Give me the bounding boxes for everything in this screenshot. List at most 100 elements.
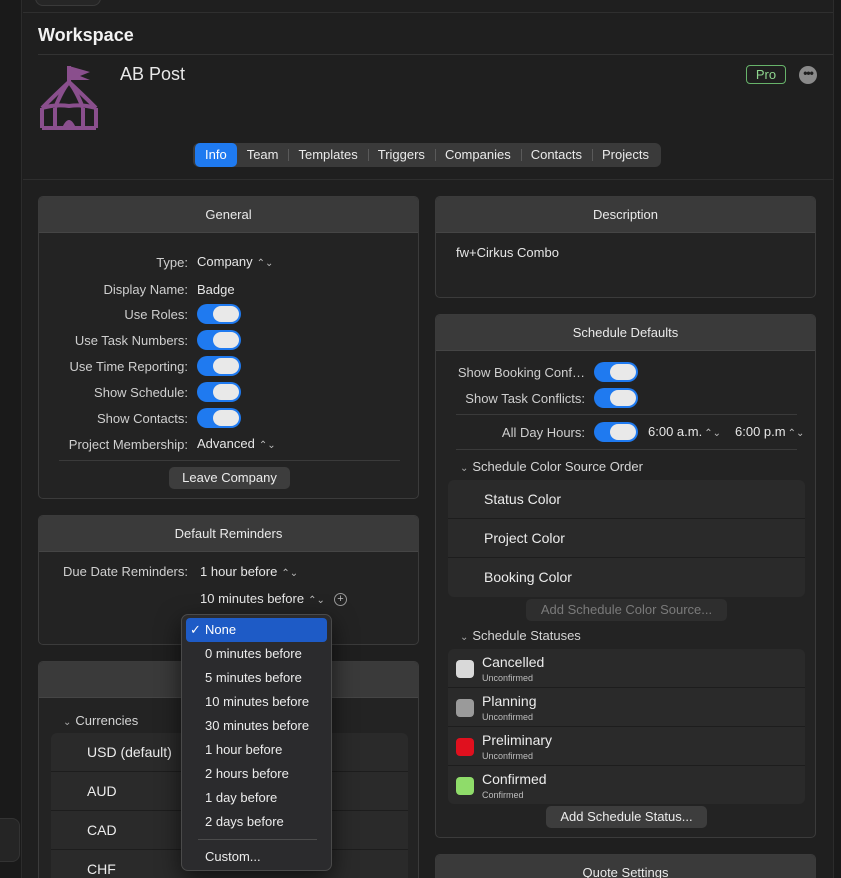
panel-title: Description [436, 197, 815, 233]
description-panel: Description fw+Cirkus Combo [435, 196, 816, 298]
status-color-swatch[interactable] [456, 777, 474, 795]
menu-item[interactable]: 30 minutes before [186, 714, 327, 738]
stepper-icon[interactable]: ⌃⌄ [704, 428, 721, 439]
statuses-header-label: Schedule Statuses [472, 628, 581, 643]
status-name: Cancelled [482, 654, 545, 670]
menu-item[interactable]: 5 minutes before [186, 666, 327, 690]
status-row[interactable]: Preliminary Unconfirmed [448, 727, 805, 766]
chevron-updown-icon: ⌃⌄ [281, 568, 299, 579]
show-task-conflicts-label: Show Task Conflicts: [465, 391, 585, 406]
menu-item[interactable]: 0 minutes before [186, 642, 327, 666]
menu-item-none[interactable]: ✓ None [186, 618, 327, 642]
description-text[interactable]: fw+Cirkus Combo [456, 245, 559, 260]
chevron-updown-icon: ⌃⌄ [308, 595, 325, 606]
divider [23, 12, 833, 13]
reminder-value-1: 1 hour before [200, 564, 278, 579]
schedule-defaults-panel: Schedule Defaults Show Booking Conf… Sho… [435, 314, 816, 838]
menu-item[interactable]: 1 hour before [186, 738, 327, 762]
currency-label: CHF [87, 861, 116, 877]
stepper-icon[interactable]: ⌃⌄ [788, 428, 805, 439]
show-contacts-label: Show Contacts: [96, 411, 188, 426]
display-name-value[interactable]: Badge [197, 282, 235, 297]
tab-contacts[interactable]: Contacts [520, 143, 592, 167]
chevron-down-icon: ⌄ [460, 632, 469, 643]
circus-tent-icon [38, 64, 104, 132]
reminder-dropdown-menu: ✓ None 0 minutes before 5 minutes before … [181, 614, 332, 871]
list-item[interactable]: Status Color [448, 480, 805, 519]
use-time-reporting-toggle[interactable] [197, 356, 241, 376]
add-reminder-icon[interactable]: + [334, 593, 347, 606]
list-item[interactable]: Booking Color [448, 558, 805, 597]
list-item[interactable]: Project Color [448, 519, 805, 558]
currencies-header-label: Currencies [75, 713, 139, 728]
show-contacts-toggle[interactable] [197, 408, 241, 428]
show-booking-conflicts-toggle[interactable] [594, 362, 638, 382]
color-source-header-label: Schedule Color Source Order [472, 459, 643, 474]
reminder-value-2: 10 minutes before [200, 591, 305, 606]
tab-projects[interactable]: Projects [592, 143, 659, 167]
tab-companies[interactable]: Companies [434, 143, 521, 167]
end-time-field[interactable]: 6:00 p.m ⌃⌄ [735, 424, 804, 439]
menu-item[interactable]: 1 day before [186, 786, 327, 810]
leave-company-button[interactable]: Leave Company [169, 467, 290, 489]
use-task-numbers-toggle[interactable] [197, 330, 241, 350]
show-task-conflicts-toggle[interactable] [594, 388, 638, 408]
right-scroll-edge [833, 0, 841, 878]
menu-item[interactable]: 2 days before [186, 810, 327, 834]
status-color-swatch[interactable] [456, 738, 474, 756]
panel-title: Quote Settings [436, 855, 815, 878]
use-roles-toggle[interactable] [197, 304, 241, 324]
type-select[interactable]: Company ⌃⌄ [197, 254, 273, 269]
status-list: Cancelled Unconfirmed Planning Unconfirm… [448, 649, 805, 804]
start-time-value: 6:00 a.m. [648, 424, 703, 439]
currency-label: AUD [87, 783, 117, 799]
end-time-value: 6:00 p.m [735, 424, 786, 439]
reminder-select-1[interactable]: 1 hour before ⌃⌄ [200, 564, 298, 579]
status-color-swatch[interactable] [456, 699, 474, 717]
reminder-select-2[interactable]: 10 minutes before ⌃⌄ [200, 591, 325, 606]
add-color-source-button[interactable]: Add Schedule Color Source... [526, 599, 727, 621]
color-source-label: Status Color [484, 491, 562, 507]
currencies-header[interactable]: ⌄ Currencies [63, 713, 138, 728]
menu-item[interactable]: 2 hours before [186, 762, 327, 786]
quote-settings-panel: Quote Settings [435, 854, 816, 878]
company-name: AB Post [120, 64, 186, 84]
tab-templates[interactable]: Templates [288, 143, 367, 167]
tab-team[interactable]: Team [237, 143, 289, 167]
status-state: Unconfirmed [482, 673, 534, 683]
toolbar-control[interactable] [35, 0, 101, 6]
checkmark-icon: ✓ [190, 622, 201, 637]
add-schedule-status-button[interactable]: Add Schedule Status... [546, 806, 707, 828]
status-row[interactable]: Cancelled Unconfirmed [448, 649, 805, 688]
page-title: Workspace [38, 25, 134, 45]
menu-item-label: None [205, 622, 237, 637]
project-membership-select[interactable]: Advanced ⌃⌄ [197, 436, 276, 451]
chevron-down-icon: ⌄ [460, 463, 469, 474]
ellipsis-circle-icon[interactable]: ••• [799, 66, 817, 84]
start-time-field[interactable]: 6:00 a.m. ⌃⌄ [648, 424, 721, 439]
status-state: Confirmed [482, 790, 524, 800]
menu-item[interactable]: 10 minutes before [186, 690, 327, 714]
all-day-hours-toggle[interactable] [594, 422, 638, 442]
sidebar-tab[interactable] [0, 818, 20, 862]
divider [38, 54, 833, 55]
due-date-reminders-label: Due Date Reminders: [63, 564, 188, 579]
status-row[interactable]: Confirmed Confirmed [448, 766, 805, 804]
status-name: Preliminary [482, 732, 553, 748]
left-sidebar-edge [0, 0, 22, 878]
color-source-label: Project Color [484, 530, 565, 546]
status-row[interactable]: Planning Unconfirmed [448, 688, 805, 727]
show-booking-conflicts-label: Show Booking Conf… [457, 365, 585, 380]
tab-triggers[interactable]: Triggers [367, 143, 435, 167]
show-schedule-label: Show Schedule: [94, 385, 188, 400]
tab-info[interactable]: Info [195, 143, 237, 167]
status-color-swatch[interactable] [456, 660, 474, 678]
panel-title: General [39, 197, 418, 233]
chevron-updown-icon: ⌃⌄ [256, 258, 274, 269]
statuses-header[interactable]: ⌄ Schedule Statuses [460, 628, 581, 643]
color-source-header[interactable]: ⌄ Schedule Color Source Order [460, 459, 643, 474]
menu-item-custom[interactable]: Custom... [186, 845, 327, 869]
show-schedule-toggle[interactable] [197, 382, 241, 402]
general-panel: General Type: Company ⌃⌄ Display Name: Ba… [38, 196, 419, 499]
chevron-down-icon: ⌄ [63, 717, 72, 728]
